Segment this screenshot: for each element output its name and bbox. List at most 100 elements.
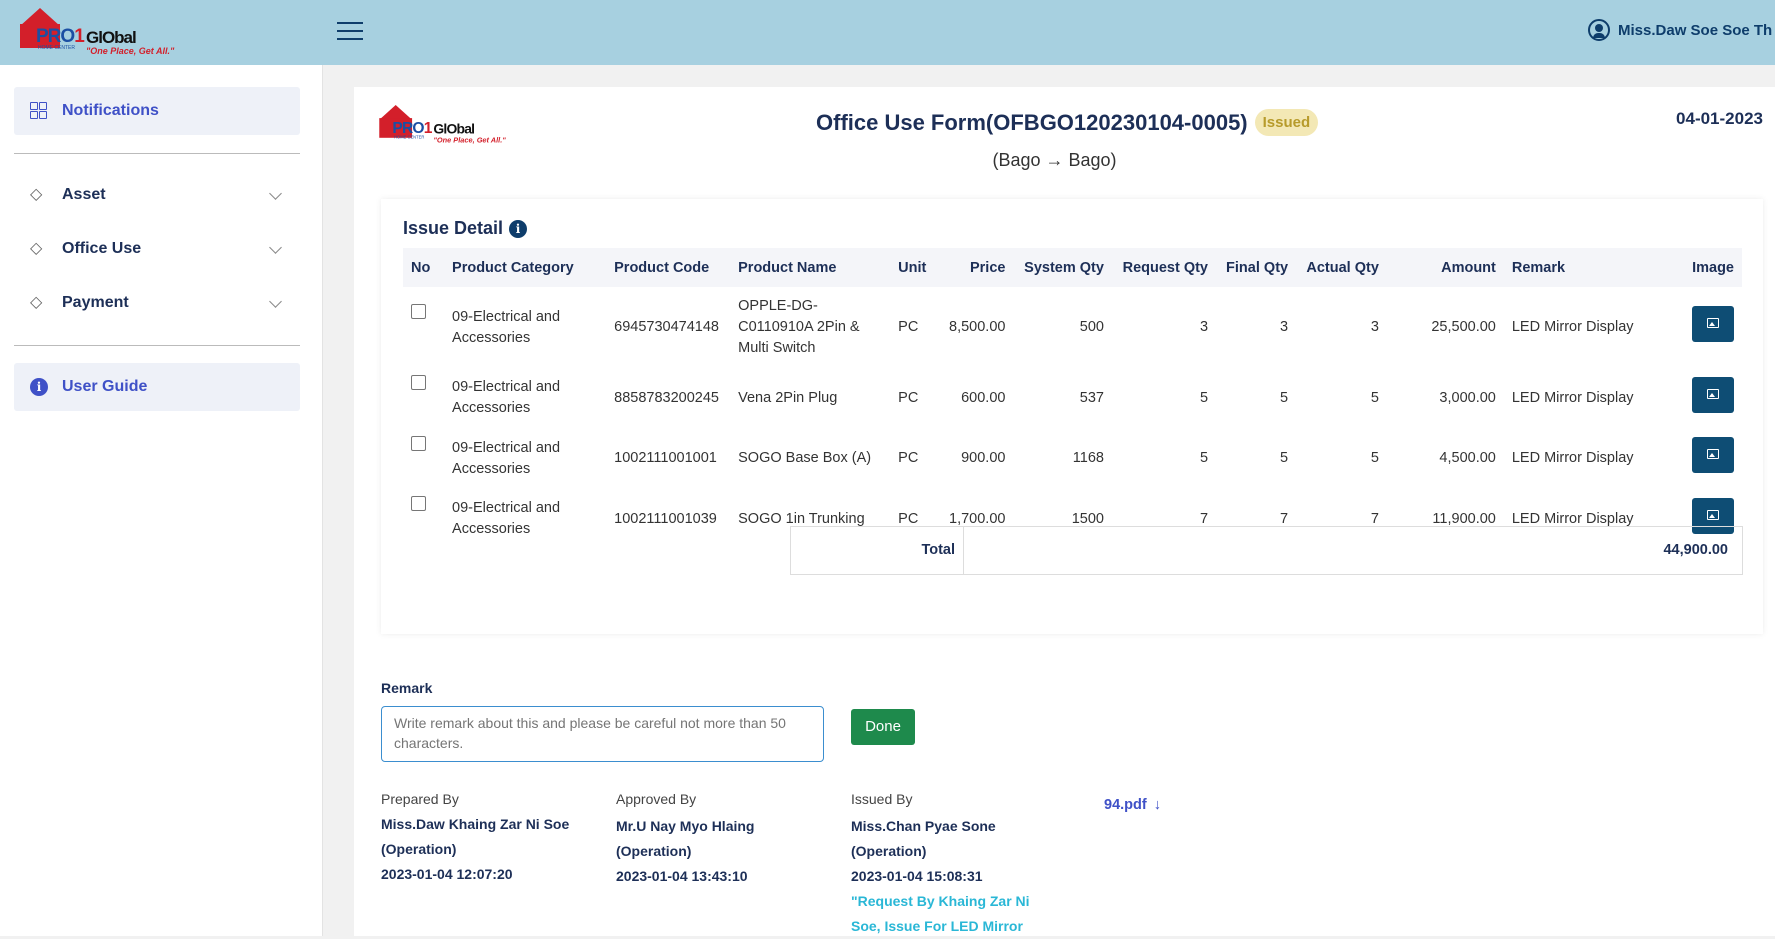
approved-by-time: 2023-01-04 13:43:10: [616, 868, 748, 884]
row-checkbox[interactable]: [411, 496, 426, 511]
grid-icon: [30, 102, 48, 120]
sidebar-item-asset[interactable]: ◇ Asset: [14, 171, 300, 219]
form-date: 04-01-2023: [1676, 109, 1763, 128]
issue-detail-table: No Product Category Product Code Product…: [403, 248, 1742, 549]
column-header: Request Qty: [1111, 248, 1217, 287]
table-row: 09-Electrical and Accessories 8858783200…: [403, 368, 1742, 428]
sidebar-item-label: Office Use: [62, 240, 142, 257]
prepared-by-block: Prepared By Miss.Daw Khaing Zar Ni Soe (…: [381, 787, 569, 887]
column-header: Product Category: [444, 248, 607, 287]
brand-logo[interactable]: PRO1 HOME CENTER GlObal "One Place, Get …: [16, 8, 181, 58]
view-image-button[interactable]: [1692, 376, 1734, 413]
cell-final-qty: 5: [1280, 389, 1289, 406]
cell-system-qty: 500: [1079, 319, 1104, 335]
issued-by-note: Soe, Issue For LED Mirror: [851, 918, 1023, 934]
route-text: (Bago → Bago): [992, 150, 1117, 170]
remark-input[interactable]: [381, 706, 824, 762]
chevron-down-icon: [269, 295, 282, 308]
cell-request-qty: 5: [1199, 450, 1209, 466]
column-header: System Qty: [1013, 248, 1112, 287]
table-row: 09-Electrical and Accessories 6945730474…: [403, 287, 1742, 368]
image-icon: [1707, 318, 1719, 328]
view-image-button[interactable]: [1692, 437, 1734, 473]
column-header: Product Code: [606, 248, 731, 287]
sidebar-item-label: Asset: [62, 186, 106, 203]
cell-name: OPPLE-DG-C0110910A 2Pin & Multi Switch: [738, 298, 860, 356]
top-bar: PRO1 HOME CENTER GlObal "One Place, Get …: [0, 0, 1775, 65]
cell-price: 900.00: [961, 450, 1006, 466]
column-header: Unit: [890, 248, 936, 287]
pdf-attachment-link[interactable]: 94.pdf ↓: [1104, 797, 1161, 813]
user-name: Miss.Daw Soe Soe Th: [1618, 21, 1773, 39]
row-checkbox[interactable]: [411, 304, 426, 319]
gem-icon: ◇: [30, 294, 43, 311]
pdf-filename: 94.pdf: [1104, 797, 1147, 813]
table-header-row: No Product Category Product Code Product…: [403, 248, 1742, 287]
cell-remark: LED Mirror Display: [1511, 450, 1634, 466]
info-icon[interactable]: i: [509, 219, 528, 238]
cell-remark: LED Mirror Display: [1511, 389, 1634, 406]
issue-detail-panel: Issue Detail i No Product Category Produ…: [381, 199, 1763, 634]
page-title: Office Use Form(OFBGO120230104-0005) Iss…: [816, 109, 1416, 136]
cell-amount: 25,500.00: [1431, 319, 1496, 335]
column-header: Price: [935, 248, 1014, 287]
image-icon: [1707, 388, 1719, 399]
cell-amount: 4,500.00: [1439, 450, 1496, 466]
cell-actual-qty: 5: [1370, 389, 1379, 406]
row-checkbox[interactable]: [411, 375, 426, 390]
issued-by-note: "Request By Khaing Zar Ni: [851, 893, 1030, 909]
sidebar-item-notifications[interactable]: Notifications: [14, 87, 300, 135]
column-header: Actual Qty: [1296, 248, 1387, 287]
table-row: 09-Electrical and Accessories 1002111001…: [403, 428, 1742, 489]
sidebar-item-office-use[interactable]: ◇ Office Use: [14, 225, 300, 273]
cell-remark: LED Mirror Display: [1511, 319, 1634, 335]
gem-icon: ◇: [30, 240, 43, 257]
column-header: Product Name: [730, 248, 891, 287]
sidebar-item-label: Notifications: [62, 102, 159, 119]
row-checkbox[interactable]: [411, 436, 426, 451]
issued-by-time: 2023-01-04 15:08:31: [851, 868, 983, 884]
column-header: Image: [1674, 248, 1742, 287]
cell-category: 09-Electrical and Accessories: [452, 308, 561, 346]
cell-code: 8858783200245: [614, 389, 719, 406]
cell-system-qty: 1168: [1072, 450, 1104, 466]
cell-actual-qty: 5: [1370, 450, 1379, 466]
cell-final-qty: 5: [1280, 450, 1289, 466]
logo-brand: PRO: [36, 26, 75, 47]
prepared-by-dept: (Operation): [381, 841, 457, 857]
cell-final-qty: 3: [1280, 319, 1289, 335]
column-header: Amount: [1386, 248, 1504, 287]
cell-unit: PC: [898, 319, 919, 335]
cell-request-qty: 5: [1199, 389, 1209, 406]
status-badge: Issued: [1254, 109, 1319, 136]
sidebar-divider: [14, 153, 300, 154]
cell-category: 09-Electrical and Accessories: [452, 500, 561, 537]
sidebar-item-payment[interactable]: ◇ Payment: [14, 279, 300, 327]
sidebar-item-user-guide[interactable]: i User Guide: [14, 363, 300, 411]
cell-code: 6945730474148: [614, 319, 719, 335]
user-menu[interactable]: Miss.Daw Soe Soe Th: [1588, 19, 1772, 41]
approved-by-name: Mr.U Nay Myo Hlaing: [616, 818, 755, 834]
view-image-button[interactable]: [1692, 306, 1734, 342]
prepared-by-name: Miss.Daw Khaing Zar Ni Soe: [381, 816, 570, 832]
cell-category: 09-Electrical and Accessories: [452, 379, 561, 416]
approved-by-label: Approved By: [616, 791, 697, 807]
prepared-by-time: 2023-01-04 12:07:20: [381, 866, 513, 882]
sidebar: Notifications ◇ Asset ◇ Office Use ◇ Pay…: [0, 65, 323, 936]
chevron-down-icon: [269, 241, 282, 254]
column-header: No: [403, 248, 445, 287]
column-header: Remark: [1503, 248, 1675, 287]
approved-by-block: Approved By Mr.U Nay Myo Hlaing (Operati…: [616, 787, 754, 889]
issued-by-name: Miss.Chan Pyae Sone: [851, 818, 996, 834]
info-icon: i: [30, 378, 48, 396]
issued-by-block: Issued By Miss.Chan Pyae Sone (Operation…: [851, 787, 1030, 939]
approved-by-dept: (Operation): [616, 843, 692, 859]
menu-toggle-icon[interactable]: [337, 18, 363, 42]
done-button[interactable]: Done: [851, 709, 915, 745]
issued-by-dept: (Operation): [851, 843, 927, 859]
column-header: Final Qty: [1216, 248, 1297, 287]
total-value: 44,900.00: [1663, 542, 1728, 558]
form-title-text: Office Use Form(OFBGO120230104-0005): [816, 109, 1248, 135]
prepared-by-label: Prepared By: [381, 791, 459, 807]
download-arrow-icon: ↓: [1153, 797, 1161, 813]
